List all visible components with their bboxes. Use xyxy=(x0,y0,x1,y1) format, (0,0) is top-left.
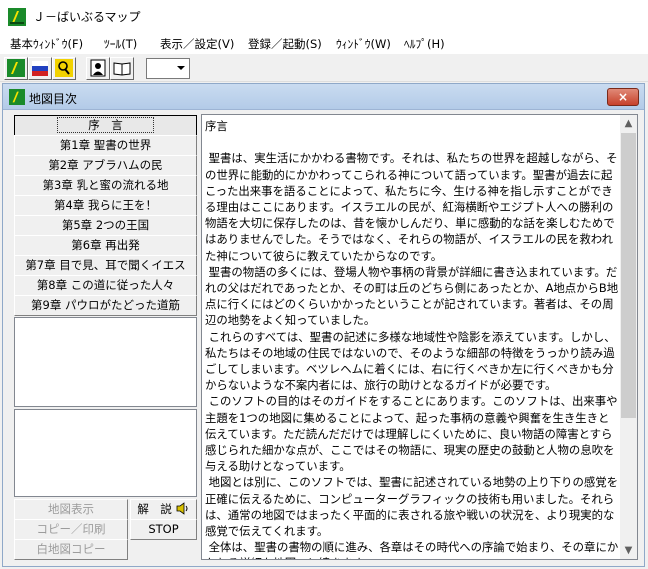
chevron-down-icon[interactable] xyxy=(173,59,189,76)
menu-basic-window[interactable]: 基本ｳｨﾝﾄﾞｳ(F) xyxy=(10,36,83,52)
speaker-icon xyxy=(176,502,188,515)
chapter-label: 第1章 聖書の世界 xyxy=(59,138,152,152)
flag-icon xyxy=(32,61,48,76)
app-logo-icon xyxy=(8,8,26,26)
menu-window[interactable]: ｳｨﾝﾄﾞｳ(W) xyxy=(336,36,391,52)
map-index-titlebar: 地図目次 × xyxy=(3,84,644,110)
toolbar-combobox[interactable] xyxy=(146,58,190,79)
copy-print-button[interactable]: コピー／印刷 xyxy=(14,519,128,540)
toolbar-book-button[interactable] xyxy=(110,57,134,80)
menubar: 基本ｳｨﾝﾄﾞｳ(F) ﾂｰﾙ(T) 表示／設定(V) 登録／起動(S) ｳｨﾝ… xyxy=(0,32,648,54)
chapter-label: 第4章 我らに王を！ xyxy=(54,198,157,212)
magnifier-icon xyxy=(55,59,73,77)
chapter-label: 第9章 パウロがたどった道筋 xyxy=(31,298,180,312)
chapter-label: 第5章 2つの王国 xyxy=(61,218,150,232)
chapter-button-preface[interactable]: 序 言 xyxy=(14,115,197,136)
commentary-label: 解 説 xyxy=(137,502,172,516)
app-titlebar: Ｊ－ばいぶるマップ xyxy=(0,0,648,32)
chapter-button-2[interactable]: 第2章 アブラハムの民 xyxy=(14,155,197,176)
map-display-button[interactable]: 地図表示 xyxy=(14,499,128,520)
chapter-button-5[interactable]: 第5章 2つの王国 xyxy=(14,215,197,236)
detail-list-box[interactable] xyxy=(14,409,197,497)
chapter-label: 第8章 この道に従った人々 xyxy=(36,278,175,292)
chapter-label: 第2章 アブラハムの民 xyxy=(48,158,163,172)
toolbar-search-button[interactable] xyxy=(52,57,76,80)
menu-register-launch[interactable]: 登録／起動(S) xyxy=(248,36,322,52)
scroll-up-icon[interactable]: ▲ xyxy=(620,115,637,132)
person-icon xyxy=(90,59,106,77)
chapter-button-3[interactable]: 第3章 乳と蜜の流れる地 xyxy=(14,175,197,196)
white-map-copy-button[interactable]: 白地図コピー xyxy=(14,539,128,560)
sub-list-box[interactable] xyxy=(14,317,197,407)
chapter-label: 序 言 xyxy=(57,117,154,133)
book-icon xyxy=(113,62,131,76)
toolbar xyxy=(0,54,648,82)
menu-tools[interactable]: ﾂｰﾙ(T) xyxy=(104,36,137,52)
stop-button[interactable]: STOP xyxy=(130,519,197,540)
toolbar-app-button[interactable] xyxy=(4,57,28,80)
toolbar-flag-button[interactable] xyxy=(28,57,52,80)
chapter-button-1[interactable]: 第1章 聖書の世界 xyxy=(14,135,197,156)
vertical-scrollbar[interactable]: ▲ ▼ xyxy=(620,115,637,559)
chapter-button-4[interactable]: 第4章 我らに王を！ xyxy=(14,195,197,216)
toolbar-person-button[interactable] xyxy=(86,57,110,80)
scroll-down-icon[interactable]: ▼ xyxy=(620,542,637,559)
app-logo-icon xyxy=(7,59,25,77)
menu-view-settings[interactable]: 表示／設定(V) xyxy=(160,36,234,52)
map-index-window: 地図目次 × 序 言 第1章 聖書の世界 第2章 アブラハムの民 第3章 乳と蜜… xyxy=(2,83,645,567)
app-title: Ｊ－ばいぶるマップ xyxy=(33,10,141,24)
chapter-button-8[interactable]: 第8章 この道に従った人々 xyxy=(14,275,197,296)
scroll-thumb[interactable] xyxy=(621,133,636,418)
chapter-button-7[interactable]: 第7章 目で見、耳で聞くイエス xyxy=(14,255,197,276)
chapter-label: 第6章 再出発 xyxy=(71,238,140,252)
chapter-label: 第3章 乳と蜜の流れる地 xyxy=(42,178,169,192)
menu-help[interactable]: ﾍﾙﾌﾟ(H) xyxy=(404,36,445,52)
commentary-text: 序言 聖書は、実生活にかかわる書物です。それは、私たちの世界を超越しながら、その… xyxy=(205,119,619,559)
commentary-text-area[interactable]: 序言 聖書は、実生活にかかわる書物です。それは、私たちの世界を超越しながら、その… xyxy=(201,114,638,560)
close-button[interactable]: × xyxy=(607,88,639,106)
app-logo-icon xyxy=(9,89,25,105)
window-title: 地図目次 xyxy=(29,92,78,106)
close-icon: × xyxy=(617,90,629,104)
chapter-button-6[interactable]: 第6章 再出発 xyxy=(14,235,197,256)
chapter-button-9[interactable]: 第9章 パウロがたどった道筋 xyxy=(14,295,197,316)
chapter-label: 第7章 目で見、耳で聞くイエス xyxy=(25,258,186,272)
commentary-button[interactable]: 解 説 xyxy=(130,499,197,520)
